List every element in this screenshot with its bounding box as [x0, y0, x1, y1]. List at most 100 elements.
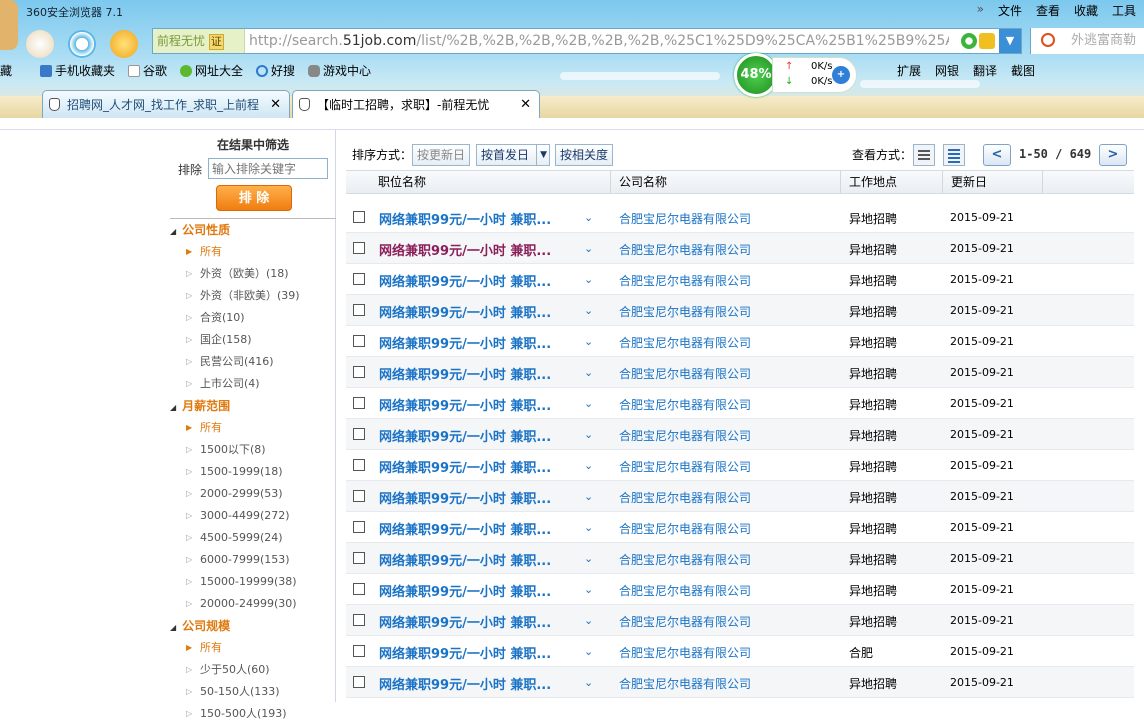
header-company[interactable]: 公司名称 [610, 171, 840, 193]
company-link[interactable]: 合肥宝尼尔电器有限公司 [619, 613, 751, 630]
exclude-input[interactable] [208, 158, 328, 179]
expand-chevron-icon[interactable]: ⌄ [584, 490, 593, 503]
filter-option[interactable]: 所有 [170, 417, 336, 439]
header-job[interactable]: 职位名称 [370, 171, 610, 193]
expand-chevron-icon[interactable]: ⌄ [584, 583, 593, 596]
fav-item[interactable]: 网址大全 [180, 62, 243, 79]
chevron-down-icon[interactable]: ▼ [999, 29, 1021, 53]
job-title-link[interactable]: 网络兼职99元/一小时 兼职... [379, 209, 551, 228]
row-checkbox[interactable] [353, 242, 365, 254]
expand-chevron-icon[interactable]: ⌄ [584, 211, 593, 224]
expand-chevron-icon[interactable]: ⌄ [584, 645, 593, 658]
filter-option[interactable]: 1500以下(8) [170, 439, 336, 461]
menu-view[interactable]: 查看 [1036, 2, 1060, 19]
row-checkbox[interactable] [353, 397, 365, 409]
list-view-icon[interactable] [913, 144, 935, 166]
umbrella-icon[interactable] [110, 30, 138, 58]
job-title-link[interactable]: 网络兼职99元/一小时 兼职... [379, 519, 551, 538]
row-checkbox[interactable] [353, 490, 365, 502]
company-link[interactable]: 合肥宝尼尔电器有限公司 [619, 427, 751, 444]
plus-icon[interactable]: + [832, 66, 850, 84]
filter-option[interactable]: 1500-1999(18) [170, 461, 336, 483]
expand-chevron-icon[interactable]: ⌄ [584, 335, 593, 348]
row-checkbox[interactable] [353, 428, 365, 440]
company-link[interactable]: 合肥宝尼尔电器有限公司 [619, 272, 751, 289]
next-page-icon[interactable]: > [1099, 144, 1127, 166]
job-title-link[interactable]: 网络兼职99元/一小时 兼职... [379, 643, 551, 662]
company-link[interactable]: 合肥宝尼尔电器有限公司 [619, 303, 751, 320]
company-link[interactable]: 合肥宝尼尔电器有限公司 [619, 675, 751, 692]
tool-extensions[interactable]: 扩展 [897, 62, 921, 79]
row-checkbox[interactable] [353, 676, 365, 688]
job-title-link[interactable]: 网络兼职99元/一小时 兼职... [379, 488, 551, 507]
company-link[interactable]: 合肥宝尼尔电器有限公司 [619, 520, 751, 537]
row-checkbox[interactable] [353, 552, 365, 564]
tab-jobs-home[interactable]: 招聘网_人才网_找工作_求职_上前程 ✕ [42, 90, 290, 118]
menu-file[interactable]: 文件 [998, 2, 1022, 19]
company-link[interactable]: 合肥宝尼尔电器有限公司 [619, 396, 751, 413]
prev-page-icon[interactable]: < [983, 144, 1011, 166]
sort-by-update-button[interactable]: 按更新日 [412, 144, 471, 166]
job-title-link[interactable]: 网络兼职99元/一小时 兼职... [379, 581, 551, 600]
close-icon[interactable]: ✕ [270, 91, 281, 118]
filter-option[interactable]: 20000-24999(30) [170, 593, 336, 615]
expand-chevron-icon[interactable]: ⌄ [584, 273, 593, 286]
menu-favorites[interactable]: 收藏 [1074, 2, 1098, 19]
filter-option[interactable]: 外资（欧美）(18) [170, 263, 336, 285]
fav-item[interactable]: 游戏中心 [308, 62, 371, 79]
job-title-link[interactable]: 网络兼职99元/一小时 兼职... [379, 550, 551, 569]
expand-chevron-icon[interactable]: ⌄ [584, 304, 593, 317]
company-link[interactable]: 合肥宝尼尔电器有限公司 [619, 334, 751, 351]
row-checkbox[interactable] [353, 459, 365, 471]
job-title-link[interactable]: 网络兼职99元/一小时 兼职... [379, 333, 551, 352]
fav-item[interactable]: 好搜 [256, 62, 295, 79]
filter-group-title[interactable]: 月薪范围 [170, 395, 336, 417]
lifebuoy-icon[interactable] [68, 30, 96, 58]
expand-chevron-icon[interactable]: ⌄ [584, 676, 593, 689]
filter-group-title[interactable]: 公司性质 [170, 219, 336, 241]
filter-option[interactable]: 少于50人(60) [170, 659, 336, 681]
expand-chevron-icon[interactable]: ⌄ [584, 459, 593, 472]
search-box[interactable]: 外逃富商勒 [1030, 28, 1144, 54]
address-bar[interactable]: 前程无忧 证 http://search.51job.com/list/%2B,… [152, 28, 1022, 54]
expand-chevron-icon[interactable]: ⌄ [584, 428, 593, 441]
tool-bank[interactable]: 网银 [935, 62, 959, 79]
filter-option[interactable]: 上市公司(4) [170, 373, 336, 395]
job-title-link[interactable]: 网络兼职99元/一小时 兼职... [379, 271, 551, 290]
fav-item[interactable]: 手机收藏夹 [40, 62, 115, 79]
job-title-link[interactable]: 网络兼职99元/一小时 兼职... [379, 457, 551, 476]
url-text[interactable]: http://search.51job.com/list/%2B,%2B,%2B… [249, 29, 949, 53]
filter-option[interactable]: 民营公司(416) [170, 351, 336, 373]
company-link[interactable]: 合肥宝尼尔电器有限公司 [619, 551, 751, 568]
filter-group-title[interactable]: 公司规模 [170, 615, 336, 637]
company-link[interactable]: 合肥宝尼尔电器有限公司 [619, 458, 751, 475]
exclude-button[interactable]: 排 除 [216, 185, 292, 211]
filter-option[interactable]: 150-500人(193) [170, 703, 336, 725]
company-link[interactable]: 合肥宝尼尔电器有限公司 [619, 241, 751, 258]
filter-option[interactable]: 15000-19999(38) [170, 571, 336, 593]
detail-view-icon[interactable] [943, 144, 965, 166]
company-link[interactable]: 合肥宝尼尔电器有限公司 [619, 489, 751, 506]
filter-option[interactable]: 3000-4499(272) [170, 505, 336, 527]
filter-option[interactable]: 合资(10) [170, 307, 336, 329]
row-checkbox[interactable] [353, 273, 365, 285]
refresh-icon[interactable] [961, 33, 977, 49]
row-checkbox[interactable] [353, 645, 365, 657]
row-checkbox[interactable] [353, 521, 365, 533]
job-title-link[interactable]: 网络兼职99元/一小时 兼职... [379, 364, 551, 383]
menu-tools[interactable]: 工具 [1112, 2, 1136, 19]
filter-option[interactable]: 50-150人(133) [170, 681, 336, 703]
job-title-link[interactable]: 网络兼职99元/一小时 兼职... [379, 302, 551, 321]
filter-option[interactable]: 外资（非欧美）(39) [170, 285, 336, 307]
fav-item[interactable]: 谷歌 [128, 62, 167, 79]
search-icon[interactable] [1041, 33, 1055, 47]
job-title-link[interactable]: 网络兼职99元/一小时 兼职... [379, 240, 551, 259]
menu-chevron-icon[interactable]: » [977, 2, 984, 19]
lightning-icon[interactable] [979, 33, 995, 49]
header-date[interactable]: 更新日 [942, 171, 1042, 193]
expand-chevron-icon[interactable]: ⌄ [584, 521, 593, 534]
filter-option[interactable]: 4500-5999(24) [170, 527, 336, 549]
filter-option[interactable]: 国企(158) [170, 329, 336, 351]
sort-by-relevance-button[interactable]: 按相关度 [555, 144, 614, 166]
tool-screenshot[interactable]: 截图 [1011, 62, 1035, 79]
